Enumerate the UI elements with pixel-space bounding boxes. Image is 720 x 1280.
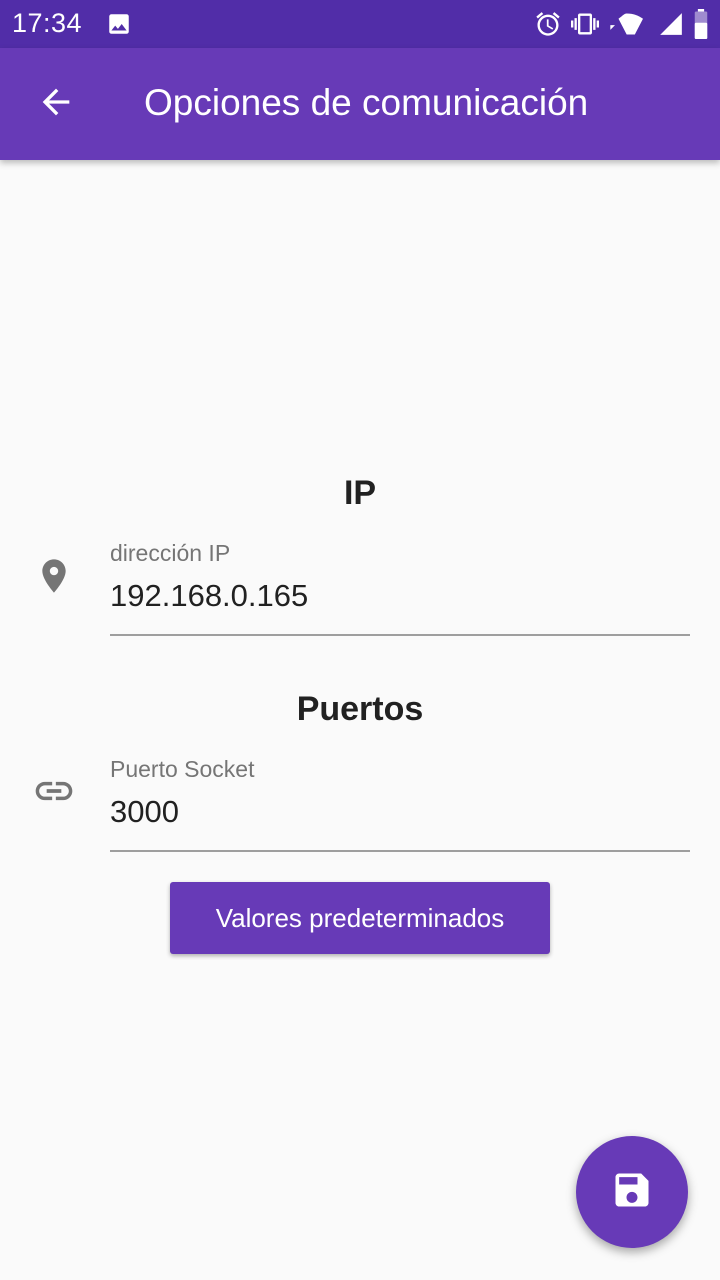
- page-title: Opciones de comunicación: [144, 82, 589, 123]
- socket-port-input[interactable]: [110, 790, 690, 834]
- back-button[interactable]: [24, 76, 88, 132]
- save-button[interactable]: [576, 1136, 688, 1248]
- battery-icon: [692, 9, 710, 39]
- image-icon: [106, 11, 132, 42]
- socket-port-field[interactable]: Puerto Socket: [110, 756, 690, 852]
- save-icon: [610, 1168, 654, 1217]
- status-time: 17:34: [12, 8, 83, 38]
- ip-address-input[interactable]: [110, 574, 690, 618]
- section-title-ports: Puertos: [296, 690, 424, 728]
- ip-address-label: dirección IP: [110, 540, 231, 566]
- default-values-button[interactable]: Valores predeterminados: [170, 882, 550, 954]
- socket-port-label: Puerto Socket: [110, 756, 255, 782]
- status-icons: [534, 9, 710, 39]
- app-bar: Opciones de comunicación: [0, 48, 720, 160]
- alarm-icon: [534, 10, 562, 38]
- ip-address-field[interactable]: dirección IP: [110, 540, 690, 636]
- location-pin-icon: [30, 552, 78, 600]
- link-icon: [30, 767, 78, 815]
- section-title-ip: IP: [343, 474, 377, 512]
- arrow-back-icon: [36, 82, 76, 127]
- wifi-icon: [608, 10, 650, 38]
- cell-signal-icon: [658, 11, 684, 37]
- vibrate-icon: [570, 10, 600, 38]
- status-bar: 17:34: [0, 0, 720, 48]
